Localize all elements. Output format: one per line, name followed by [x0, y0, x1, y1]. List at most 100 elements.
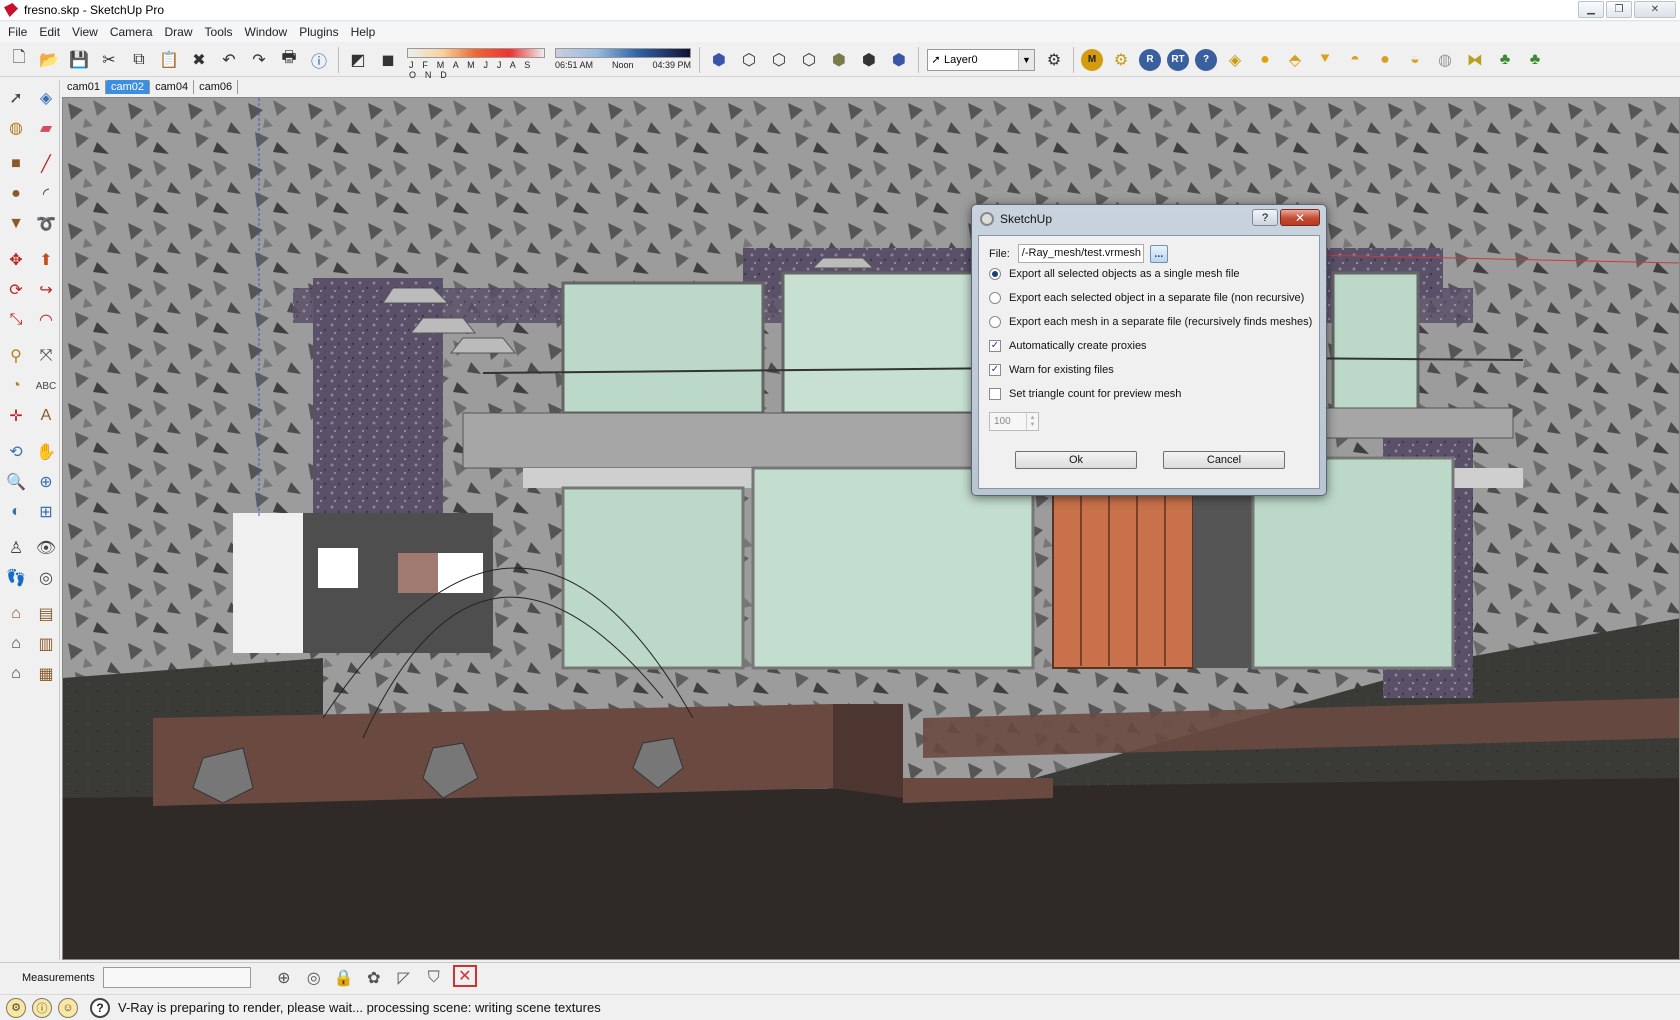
menu-help[interactable]: Help [345, 25, 382, 39]
dimension-icon[interactable]: ⤧ [32, 342, 60, 370]
warn-existing-checkbox[interactable]: ✓ [989, 364, 1001, 376]
shadow-settings-icon[interactable]: ◩ [344, 46, 372, 74]
pan-icon[interactable]: ✋ [32, 438, 60, 466]
sphere-light-icon[interactable]: ● [1251, 46, 1279, 74]
shadow-date-slider[interactable]: J F M A M J J A S O N D [405, 46, 549, 80]
menu-window[interactable]: Window [239, 25, 294, 39]
copy-icon[interactable]: ⧉ [125, 46, 153, 74]
rectangle-icon[interactable]: ■ [2, 150, 30, 178]
menu-tools[interactable]: Tools [199, 25, 239, 39]
new-file-icon[interactable]: 🗋 [5, 46, 33, 74]
dialog-close-button[interactable]: ✕ [1280, 209, 1320, 226]
triangle-count-checkbox[interactable] [989, 388, 1001, 400]
dialog-help-button[interactable]: ? [1252, 209, 1278, 226]
eraser-icon[interactable]: ▰ [32, 114, 60, 142]
vray-rt-render-icon[interactable]: RT [1167, 48, 1189, 71]
share-component-icon[interactable]: ▥ [32, 630, 60, 658]
iso-view-icon[interactable]: ⬢ [705, 46, 733, 74]
omni-light-icon[interactable]: ● [1371, 46, 1399, 74]
offset-icon[interactable]: ◠ [32, 306, 60, 334]
export-option-recursive[interactable]: Export each mesh in a separate file (rec… [989, 316, 1312, 328]
ok-button[interactable]: Ok [1015, 451, 1137, 469]
arc-icon[interactable]: ◜ [32, 180, 60, 208]
zoom-window-icon[interactable]: ⊕ [32, 468, 60, 496]
layer-manager-icon[interactable]: ⚙ [1040, 46, 1068, 74]
zoom-icon[interactable]: 🔍 [2, 468, 30, 496]
tape-measure-icon[interactable]: ⚲ [2, 342, 30, 370]
chevron-down-icon[interactable]: ▼ [1018, 49, 1034, 70]
shaded-icon[interactable]: ⬢ [825, 46, 853, 74]
sphere-icon[interactable]: ◍ [1431, 46, 1459, 74]
triangle-count-spinner[interactable]: 100 ▲ ▼ [989, 412, 1039, 431]
paste-icon[interactable]: 📋 [155, 46, 183, 74]
orbit-icon[interactable]: ⟲ [2, 438, 30, 466]
rect-light-icon[interactable]: ⬘ [1281, 46, 1309, 74]
scale-icon[interactable]: ⤡ [2, 306, 30, 334]
move-icon[interactable]: ✥ [2, 246, 30, 274]
georeference-icon[interactable]: ⚙ [6, 997, 26, 1018]
layer-select[interactable]: ➚ Layer0 ▼ [927, 48, 1035, 71]
select-icon[interactable]: ➚ [2, 84, 30, 112]
menu-view[interactable]: View [66, 25, 104, 39]
spot-light-icon[interactable]: ⯆ [1311, 46, 1339, 74]
tab-cam06[interactable]: cam06 [194, 80, 239, 94]
freehand-icon[interactable]: ➰ [32, 210, 60, 238]
line-icon[interactable]: ╱ [32, 150, 60, 178]
vray-options-icon[interactable]: ⚙ [1107, 46, 1135, 74]
hidden-line-icon[interactable]: ⬡ [795, 46, 823, 74]
file-path-input[interactable]: /-Ray_mesh/test.vrmesh [1017, 244, 1144, 263]
vray-help-icon[interactable]: ? [1195, 48, 1217, 71]
delete-icon[interactable]: ✕ [452, 964, 477, 987]
axes-icon[interactable]: ✛ [2, 402, 30, 430]
auto-proxies-row[interactable]: ✓ Automatically create proxies [989, 340, 1147, 352]
target-icon[interactable]: ⊕ [269, 965, 299, 991]
push-pull-icon[interactable]: ⬆ [32, 246, 60, 274]
light-gen-icon[interactable]: ◎ [299, 965, 329, 991]
menu-edit[interactable]: Edit [33, 25, 66, 39]
infinite-plane-icon[interactable]: ⧓ [1461, 46, 1489, 74]
save-icon[interactable]: 💾 [65, 46, 93, 74]
minimize-button[interactable]: ▁ [1578, 1, 1604, 18]
proxy-export-icon[interactable]: ♣ [1491, 46, 1519, 74]
model-viewport[interactable] [62, 97, 1680, 960]
radio-recursive[interactable] [989, 316, 1001, 328]
warn-existing-row[interactable]: ✓ Warn for existing files [989, 364, 1114, 376]
warehouse-icon[interactable]: ⌂ [2, 630, 30, 658]
plane-icon[interactable]: ◸ [389, 965, 419, 991]
open-file-icon[interactable]: 📂 [35, 46, 63, 74]
erase-icon[interactable]: ✖ [185, 46, 213, 74]
section-plane-icon[interactable]: ◎ [32, 564, 60, 592]
settings-icon[interactable]: ✿ [359, 965, 389, 991]
print-icon[interactable]: 🖶 [275, 46, 303, 74]
text-icon[interactable]: ABC [32, 372, 60, 400]
menu-camera[interactable]: Camera [104, 25, 159, 39]
paint-bucket-icon[interactable]: ◍ [2, 114, 30, 142]
model-info-icon[interactable]: ⓘ [305, 46, 333, 74]
vray-frame-buffer-icon[interactable]: ◈ [1221, 46, 1249, 74]
shaded-textures-icon[interactable]: ⬢ [855, 46, 883, 74]
share-model-icon[interactable]: ▤ [32, 600, 60, 628]
radio-single-mesh[interactable] [989, 268, 1001, 280]
cut-icon[interactable]: ✂ [95, 46, 123, 74]
triangle-count-row[interactable]: Set triangle count for preview mesh [989, 388, 1181, 400]
polygon-icon[interactable]: ▼ [2, 210, 30, 238]
3d-text-icon[interactable]: A [32, 402, 60, 430]
shield-icon[interactable]: ⛉ [419, 965, 449, 991]
ies-light-icon[interactable]: ◓ [1341, 46, 1369, 74]
shadow-time-slider[interactable]: 06:51 AM Noon 04:39 PM [553, 46, 693, 74]
zoom-extents-icon[interactable]: ⊞ [32, 498, 60, 526]
look-around-icon[interactable]: 👁 [32, 534, 60, 562]
monochrome-icon[interactable]: ⬢ [885, 46, 913, 74]
menu-plugins[interactable]: Plugins [293, 25, 344, 39]
export-option-separate[interactable]: Export each selected object in a separat… [989, 292, 1304, 304]
walk-icon[interactable]: 👣 [2, 564, 30, 592]
rotate-icon[interactable]: ⟳ [2, 276, 30, 304]
xray-icon[interactable]: ⬡ [735, 46, 763, 74]
position-camera-icon[interactable]: ♙ [2, 534, 30, 562]
get-models-icon[interactable]: ⌂ [2, 600, 30, 628]
extension-warehouse-icon[interactable]: ⌂ [2, 660, 30, 688]
lock-icon[interactable]: 🔒 [329, 965, 359, 991]
close-window-button[interactable]: ✕ [1634, 1, 1676, 18]
undo-icon[interactable]: ↶ [215, 46, 243, 74]
radio-separate-file[interactable] [989, 292, 1001, 304]
